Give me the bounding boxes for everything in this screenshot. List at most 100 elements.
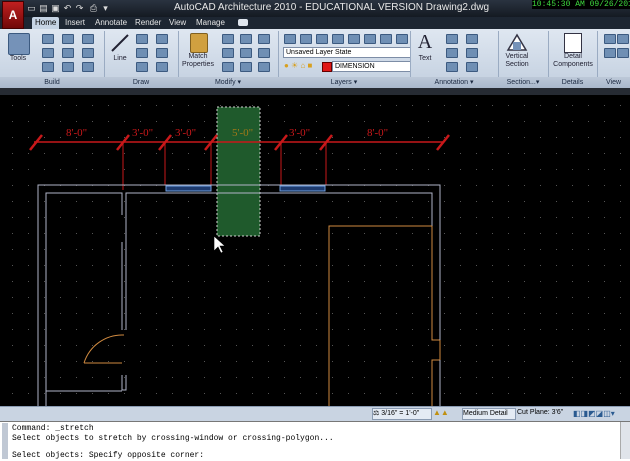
layer-isolate-icon[interactable] [300, 34, 312, 44]
cut-plane-indicator[interactable]: Cut Plane: 3'6" [517, 408, 571, 418]
tools-button-label[interactable]: Tools [4, 55, 32, 63]
fillet-icon[interactable] [258, 48, 270, 58]
open-icon[interactable]: ▤ [38, 3, 49, 13]
annotation-scale-dropdown[interactable]: ⚖ 3/16" = 1'-0" [372, 408, 432, 420]
window-icon[interactable] [42, 62, 54, 72]
tag-icon[interactable] [466, 34, 478, 44]
new-icon[interactable]: ▭ [26, 3, 37, 13]
mirror-icon[interactable] [240, 48, 252, 58]
dimension-icon[interactable] [446, 34, 458, 44]
vertical-section-button-label[interactable]: Vertical Section [500, 53, 534, 69]
arc-icon[interactable] [136, 48, 148, 58]
tab-home[interactable]: Home [32, 17, 60, 29]
panel-title-layers[interactable]: Layers ▾ [278, 77, 411, 88]
display-configuration-dropdown[interactable]: Medium Detail [462, 408, 516, 420]
save-icon[interactable]: ▣ [50, 3, 61, 13]
match-properties-icon[interactable] [190, 33, 208, 53]
pan-icon[interactable] [604, 48, 616, 58]
hatch-icon[interactable] [156, 48, 168, 58]
room-outline [328, 225, 441, 406]
column-icon[interactable] [82, 48, 94, 58]
array-icon[interactable] [258, 62, 270, 72]
layer-walk-icon[interactable] [396, 34, 408, 44]
clock: 10:45:30 AM 09/26/201 [532, 0, 630, 9]
leader-icon[interactable] [446, 48, 458, 58]
scale-icon[interactable] [240, 62, 252, 72]
current-layer-dropdown[interactable]: DIMENSION [332, 61, 411, 72]
panel-title-build[interactable]: Build [0, 77, 105, 88]
command-window-grip[interactable] [2, 423, 8, 459]
separator [178, 31, 179, 77]
dimension-text: 8'-0" [367, 127, 388, 139]
text-icon[interactable]: A [415, 31, 435, 53]
separator [278, 31, 279, 77]
detail-components-icon[interactable] [564, 33, 582, 53]
floor-plan[interactable]: 8'-0" 3'-0" 3'-0" 5'-0" 3'-0" 8'-0" [0, 95, 630, 406]
scale-icon: ⚖ [373, 410, 380, 417]
rotate-icon[interactable] [240, 34, 252, 44]
stretch-icon[interactable] [222, 62, 234, 72]
tab-annotate[interactable]: Annotate [95, 17, 127, 29]
door-icon[interactable] [42, 48, 54, 58]
table-icon[interactable] [446, 62, 458, 72]
tab-view[interactable]: View [169, 17, 186, 29]
line-icon[interactable] [110, 33, 130, 53]
tab-render[interactable]: Render [135, 17, 161, 29]
panel-title-view[interactable]: View [597, 77, 630, 88]
layer-lock-icon[interactable] [348, 34, 360, 44]
region-icon[interactable] [156, 62, 168, 72]
move-icon[interactable] [222, 34, 234, 44]
line-button-label[interactable]: Line [108, 55, 132, 63]
schedule-icon[interactable] [466, 62, 478, 72]
layer-previous-icon[interactable] [380, 34, 392, 44]
layer-match-icon[interactable] [364, 34, 376, 44]
tab-manage[interactable]: Manage [196, 17, 225, 29]
space-icon[interactable] [82, 62, 94, 72]
drawing-canvas[interactable]: 8'-0" 3'-0" 3'-0" 5'-0" 3'-0" 8'-0" [0, 95, 630, 406]
keynote-icon[interactable] [466, 48, 478, 58]
polyline-icon[interactable] [136, 34, 148, 44]
undo-icon[interactable]: ↶ [62, 3, 73, 13]
layer-state-dropdown[interactable]: Unsaved Layer State [283, 47, 411, 58]
print-icon[interactable]: ⎙ [88, 3, 99, 13]
minimize-ribbon-button[interactable] [238, 19, 248, 26]
panel-title-draw[interactable]: Draw [104, 77, 179, 88]
wall-icon[interactable] [42, 34, 54, 44]
panel-title-section[interactable]: Section...▾ [498, 77, 549, 88]
dropdown-icon[interactable]: ▾ [100, 3, 111, 13]
roof-icon[interactable] [62, 48, 74, 58]
annotation-visibility-icons[interactable]: ▲▲ [433, 408, 457, 418]
dimension-text: 3'-0" [175, 127, 196, 139]
zoom-icon[interactable] [604, 34, 616, 44]
rectangle-icon[interactable] [136, 62, 148, 72]
application-menu-button[interactable]: A [2, 1, 24, 29]
tools-icon[interactable] [8, 33, 30, 55]
panel-title-details[interactable]: Details [548, 77, 598, 88]
grid-icon[interactable] [82, 34, 94, 44]
dimension-text: 8'-0" [66, 127, 87, 139]
match-properties-button-label[interactable]: Match Properties [180, 53, 216, 69]
window-title: AutoCAD Architecture 2010 - EDUCATIONAL … [174, 2, 490, 13]
tab-insert[interactable]: Insert [65, 17, 85, 29]
command-prompt[interactable]: Select objects: Specify opposite corner: [12, 451, 204, 460]
layer-properties-icon[interactable] [284, 34, 296, 44]
command-scrollbar[interactable] [620, 422, 630, 459]
status-tray-icons[interactable]: ◧◨◩◪◫▾ [573, 409, 625, 418]
trim-icon[interactable] [258, 34, 270, 44]
redo-icon[interactable]: ↷ [74, 3, 85, 13]
circle-icon[interactable] [156, 34, 168, 44]
copy-icon[interactable] [222, 48, 234, 58]
layer-off-icon[interactable] [316, 34, 328, 44]
detail-components-button-label[interactable]: Detail Components [552, 53, 594, 69]
stair-icon[interactable] [62, 34, 74, 44]
cut-plane-label: Cut Plane: [517, 409, 550, 416]
orbit-icon[interactable] [617, 34, 629, 44]
viewport-icon[interactable] [617, 48, 629, 58]
layer-freeze-icon[interactable] [332, 34, 344, 44]
panel-title-annotation[interactable]: Annotation ▾ [410, 77, 499, 88]
text-button-label[interactable]: Text [412, 55, 438, 63]
layer-status-icons: ● ☀ ⌂ ■ [284, 61, 313, 70]
vertical-section-icon[interactable] [506, 32, 528, 52]
slab-icon[interactable] [62, 62, 74, 72]
panel-title-modify[interactable]: Modify ▾ [178, 77, 279, 88]
